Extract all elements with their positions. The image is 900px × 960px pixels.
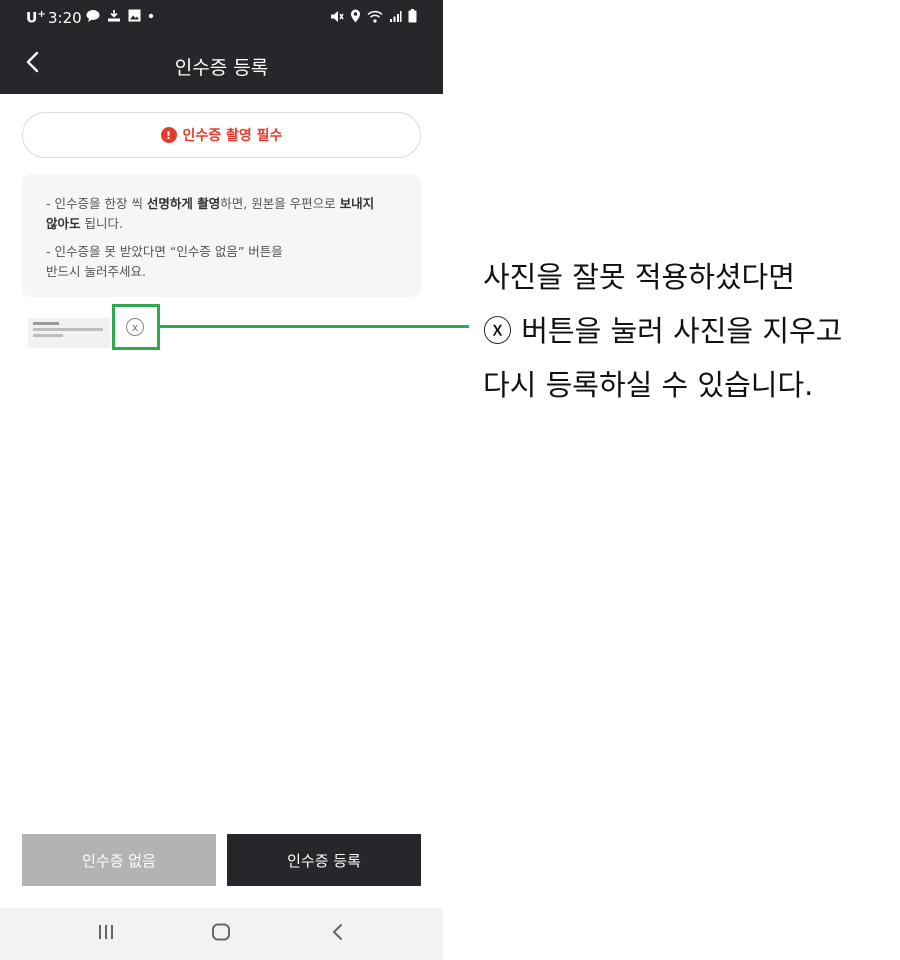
- mute-icon: [330, 10, 344, 23]
- home-button[interactable]: [209, 922, 233, 946]
- receipt-photo-thumbnail[interactable]: [28, 318, 110, 348]
- image-icon: [128, 9, 141, 22]
- recent-apps-button[interactable]: [94, 922, 118, 946]
- required-notice: ! 인수증 촬영 필수: [22, 112, 421, 158]
- talk-icon: [86, 9, 100, 22]
- clock: 3:20: [48, 9, 82, 27]
- instruction-line: 않아도 됩니다.: [46, 216, 123, 231]
- callout-line-2: ⓧ 버튼을 눌러 사진을 지우고: [483, 314, 843, 348]
- nav-back-icon: [331, 923, 343, 945]
- app-header: 인수증 등록: [0, 34, 443, 94]
- register-receipt-button[interactable]: 인수증 등록: [227, 834, 421, 886]
- status-bar: U+ 3:20: [0, 0, 443, 34]
- battery-icon: [408, 9, 417, 23]
- required-notice-text: 인수증 촬영 필수: [182, 128, 283, 144]
- navigation-bar: [0, 908, 443, 960]
- recent-apps-icon: [97, 924, 115, 944]
- alert-icon: !: [160, 127, 177, 143]
- callout-connector: [160, 325, 469, 328]
- system-icons: [330, 9, 417, 23]
- callout-text: 사진을 잘못 적용하셨다면 ⓧ 버튼을 눌러 사진을 지우고 다시 등록하실 수…: [483, 250, 893, 412]
- system-back-button[interactable]: [325, 922, 349, 946]
- signal-icon: [389, 10, 402, 23]
- instruction-line: - 인수증을 못 받았다면 “인수증 없음” 버튼을: [46, 244, 283, 259]
- more-notifications-icon: [148, 13, 154, 19]
- wifi-icon: [367, 10, 383, 23]
- notification-icons: [86, 9, 154, 22]
- callout-line-1: 사진을 잘못 적용하셨다면: [483, 260, 795, 294]
- callout-line-3: 다시 등록하실 수 있습니다.: [483, 368, 814, 402]
- carrier-label: U+: [26, 9, 46, 27]
- location-icon: [350, 9, 361, 23]
- phone-screen: U+ 3:20 인수증 등록 ! 인수증 촬영 필수 - 인수증을 한장 씩 선…: [0, 0, 443, 960]
- home-icon: [211, 923, 231, 945]
- highlight-box: [112, 304, 160, 350]
- no-receipt-button[interactable]: 인수증 없음: [22, 834, 216, 886]
- instruction-line: - 인수증을 한장 씩 선명하게 촬영하면, 원본을 우편으로 보내지: [46, 196, 375, 211]
- page-title: 인수증 등록: [174, 57, 269, 79]
- download-icon: [107, 9, 121, 22]
- instructions-box: - 인수증을 한장 씩 선명하게 촬영하면, 원본을 우편으로 보내지 않아도 …: [22, 174, 421, 297]
- instruction-line: 반드시 눌러주세요.: [46, 264, 146, 279]
